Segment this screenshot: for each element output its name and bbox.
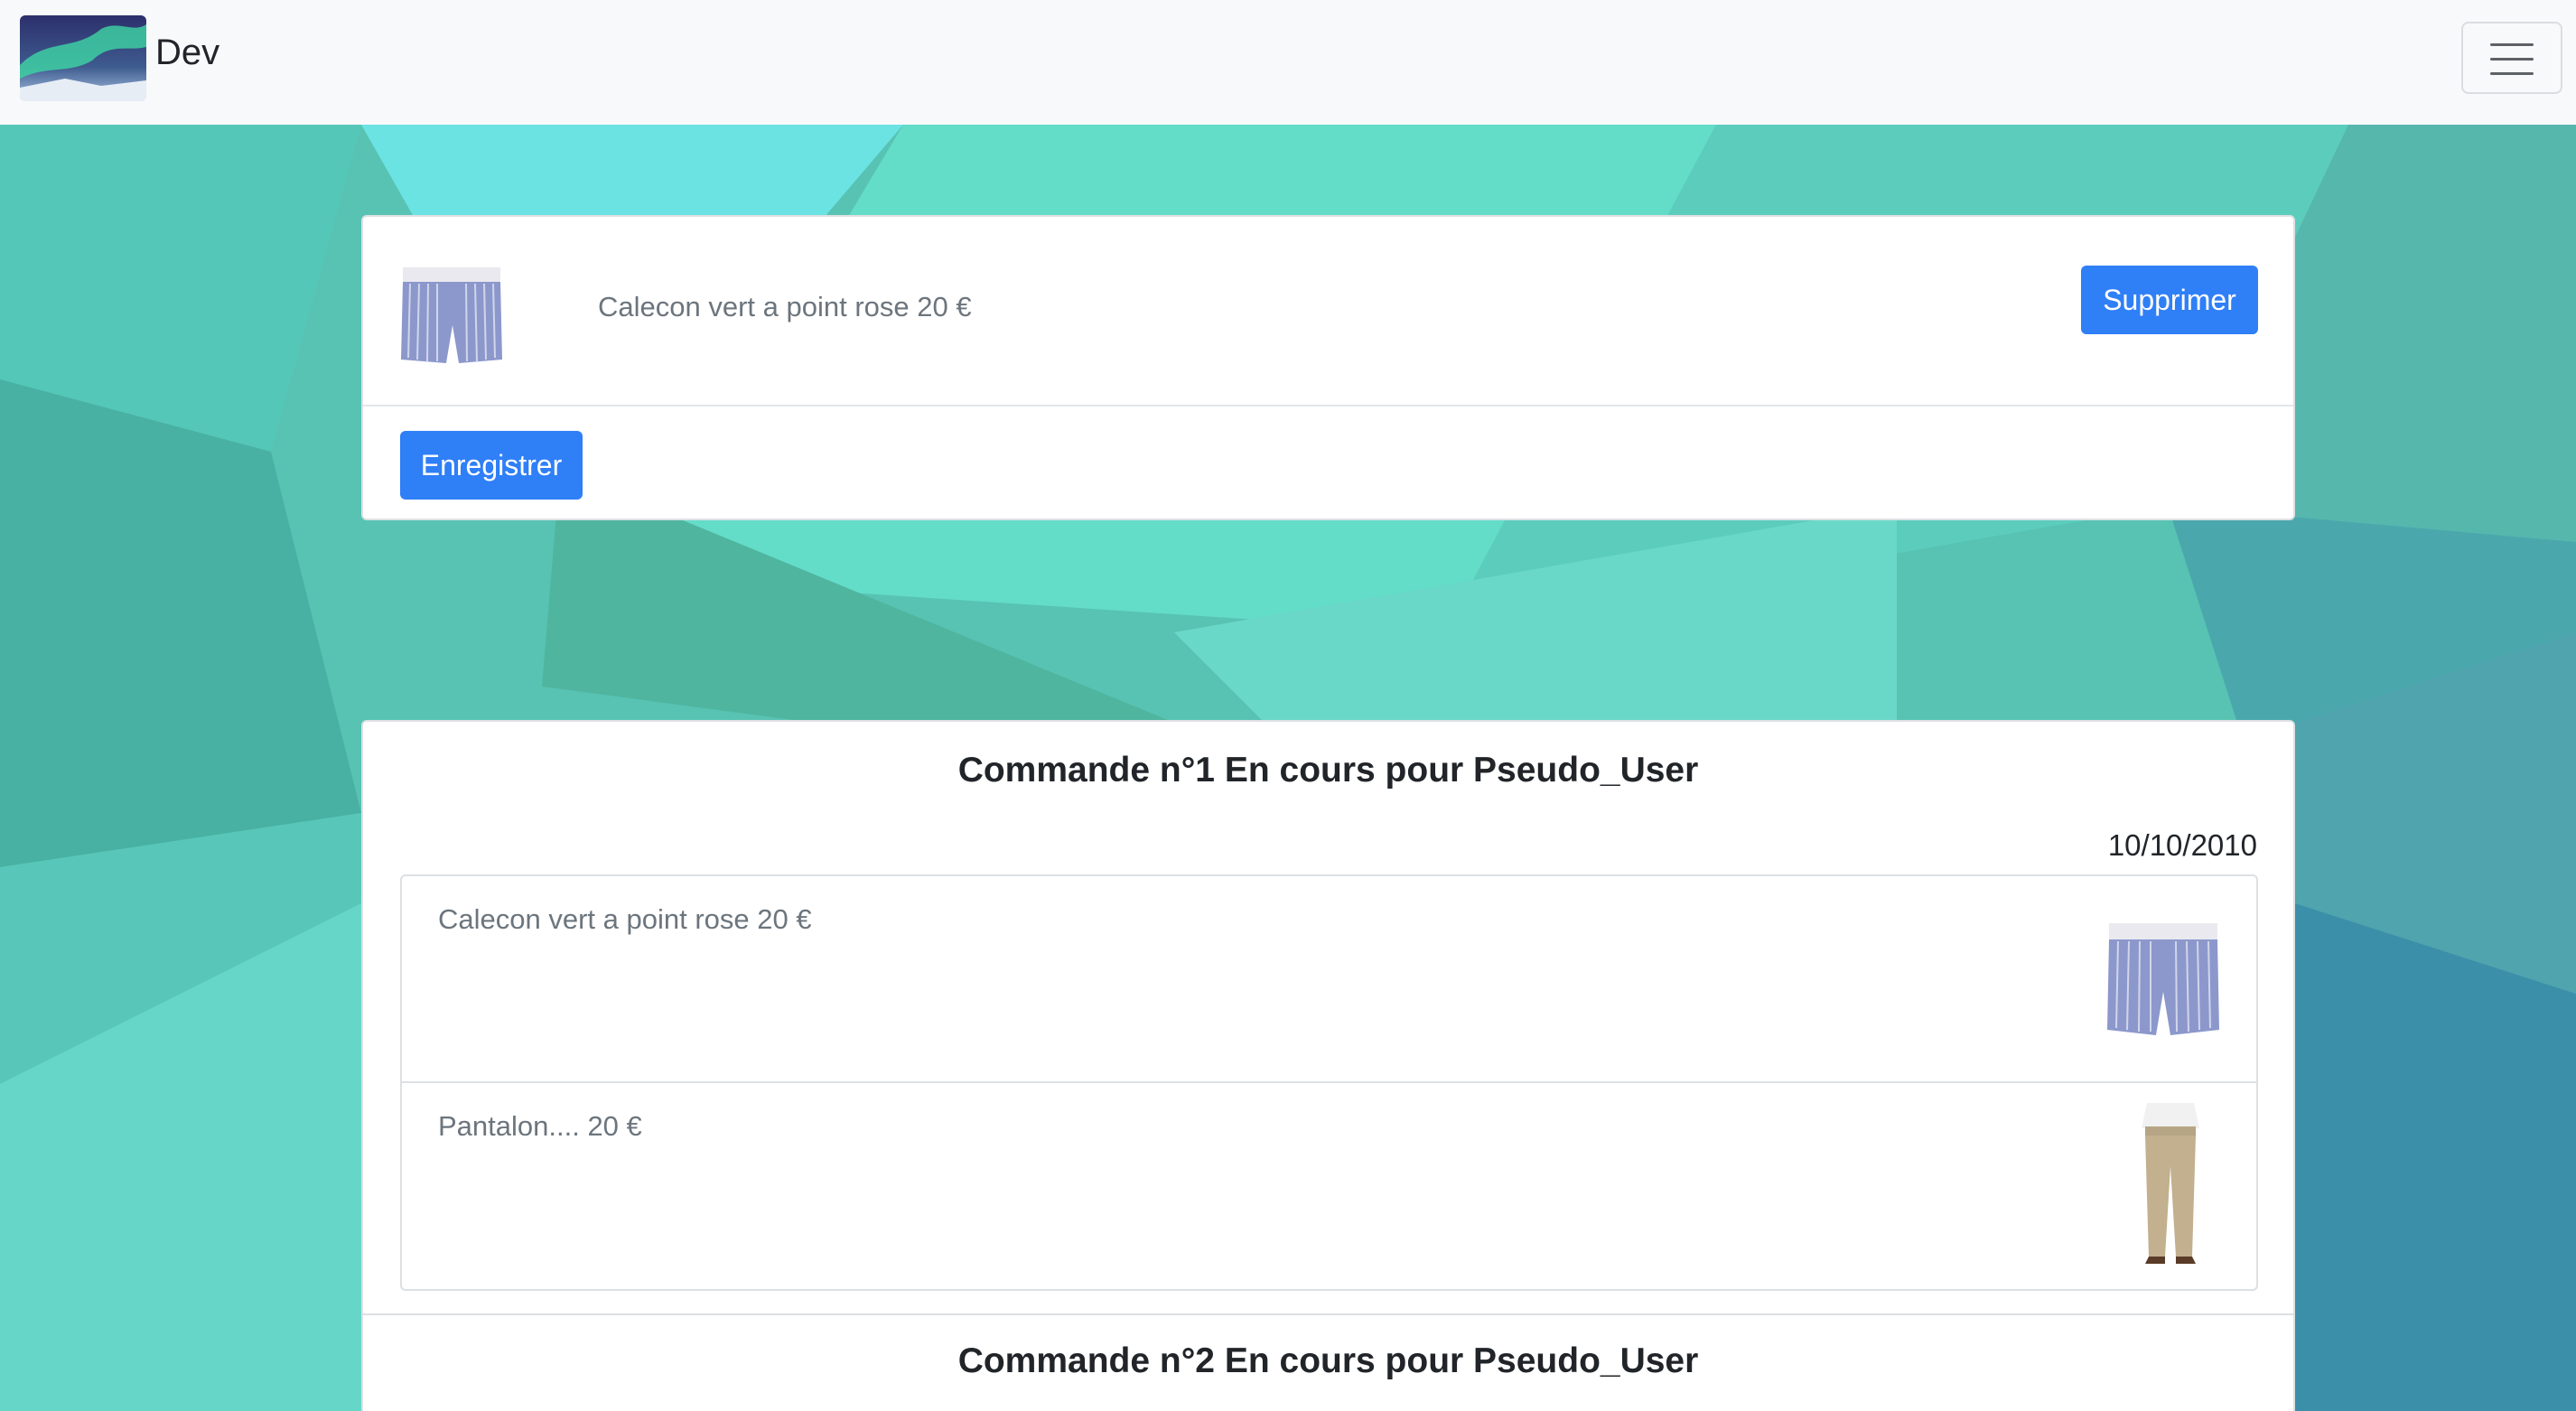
order-item-list: Calecon vert a point rose 20 € Pantalon.… (400, 874, 2258, 1291)
order-title: Commande n°2 En cours pour Pseudo_User (957, 1341, 1699, 1380)
boxer-shorts-image (399, 242, 506, 379)
cart-item-label: Calecon vert a point rose 20 € (598, 291, 972, 322)
cart-item: Calecon vert a point rose 20 € Supprimer (363, 217, 2293, 406)
trousers-image (2127, 1103, 2214, 1266)
boxer-shorts-image (2104, 903, 2223, 1057)
brand-name[interactable]: Dev (155, 33, 219, 73)
delete-button[interactable]: Supprimer (2081, 266, 2258, 334)
orders-card: Commande n°1 En cours pour Pseudo_User 1… (361, 720, 2295, 1411)
cart-card: Calecon vert a point rose 20 € Supprimer… (361, 215, 2295, 520)
list-item: Calecon vert a point rose 20 € (402, 876, 2256, 1083)
order-date: 10/10/2010 (2107, 828, 2257, 862)
list-item: Pantalon.... 20 € (402, 1083, 2256, 1290)
order-item-label: Calecon vert a point rose 20 € (438, 903, 812, 935)
order-divider (363, 1313, 2293, 1315)
navbar: Dev (0, 0, 2576, 125)
save-button[interactable]: Enregistrer (400, 431, 583, 500)
brand-logo[interactable] (20, 15, 146, 101)
navbar-toggle-button[interactable] (2461, 22, 2562, 94)
order-title: Commande n°1 En cours pour Pseudo_User (957, 751, 1699, 790)
order-item-label: Pantalon.... 20 € (438, 1110, 642, 1142)
